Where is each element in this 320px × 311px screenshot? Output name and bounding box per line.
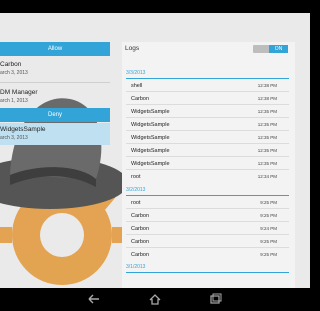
app-name: Carbon bbox=[0, 61, 22, 68]
log-date-header: 3/1/2013 bbox=[126, 264, 146, 270]
log-time: 9:25 PM bbox=[260, 213, 277, 218]
log-time: 12:35 PM bbox=[257, 109, 277, 114]
back-icon[interactable] bbox=[85, 292, 103, 306]
row-divider bbox=[126, 104, 289, 105]
log-row[interactable]: Carbon 9:25 PM bbox=[126, 249, 289, 261]
log-time: 9:24 PM bbox=[260, 226, 277, 231]
app-entry-widgetssample[interactable]: WidgetsSample arch 3, 2013 bbox=[0, 123, 110, 145]
log-row[interactable]: Carbon 9:25 PM bbox=[126, 236, 289, 248]
log-time: 9:25 PM bbox=[260, 200, 277, 205]
row-divider bbox=[126, 169, 289, 170]
status-bar bbox=[0, 0, 310, 13]
log-row[interactable]: root 9:25 PM bbox=[126, 197, 289, 209]
log-time: 12:38 PM bbox=[257, 83, 277, 88]
app-date: arch 3, 2013 bbox=[0, 70, 28, 76]
row-divider bbox=[126, 91, 289, 92]
row-divider bbox=[126, 130, 289, 131]
date-divider bbox=[126, 78, 289, 79]
divider bbox=[0, 82, 110, 83]
apps-pane: Allow Carbon arch 3, 2013 DM Manager arc… bbox=[0, 42, 110, 288]
log-app-name: WidgetsSample bbox=[131, 148, 170, 154]
log-time: 9:25 PM bbox=[260, 239, 277, 244]
log-time: 12:35 PM bbox=[257, 161, 277, 166]
logs-pane: Logs ON 3/3/2013 shell 12:38 PM Carbon 1… bbox=[122, 42, 295, 288]
log-app-name: root bbox=[131, 200, 141, 206]
deny-section-header: Deny bbox=[0, 108, 110, 122]
home-icon[interactable] bbox=[146, 292, 164, 306]
log-time: 12:35 PM bbox=[257, 148, 277, 153]
log-app-name: Carbon bbox=[131, 96, 150, 102]
log-row[interactable]: root 12:34 PM bbox=[126, 171, 289, 183]
logs-toggle[interactable]: ON bbox=[253, 45, 288, 53]
date-divider bbox=[126, 272, 289, 273]
log-time: 12:35 PM bbox=[257, 122, 277, 127]
log-app-name: Carbon bbox=[131, 252, 150, 258]
log-time: 12:38 PM bbox=[257, 96, 277, 101]
row-divider bbox=[126, 221, 289, 222]
navigation-bar bbox=[0, 288, 310, 310]
log-time: 9:25 PM bbox=[260, 252, 277, 257]
app-date: arch 1, 2013 bbox=[0, 98, 28, 104]
log-app-name: Carbon bbox=[131, 239, 150, 245]
log-row[interactable]: WidgetsSample 12:35 PM bbox=[126, 106, 289, 118]
log-row[interactable]: Carbon 12:38 PM bbox=[126, 93, 289, 105]
app-name: DM Manager bbox=[0, 89, 38, 96]
log-row[interactable]: Carbon 9:24 PM bbox=[126, 223, 289, 235]
log-time: 12:35 PM bbox=[257, 135, 277, 140]
log-row[interactable]: WidgetsSample 12:35 PM bbox=[126, 119, 289, 131]
logs-title: Logs bbox=[125, 45, 140, 52]
row-divider bbox=[126, 208, 289, 209]
allow-section-header: Allow bbox=[0, 42, 110, 56]
log-app-name: Carbon bbox=[131, 213, 150, 219]
row-divider bbox=[126, 117, 289, 118]
app-name: WidgetsSample bbox=[0, 126, 46, 133]
android-screen: Allow Carbon arch 3, 2013 DM Manager arc… bbox=[0, 0, 310, 310]
log-row[interactable]: WidgetsSample 12:35 PM bbox=[126, 158, 289, 170]
log-app-name: WidgetsSample bbox=[131, 161, 170, 167]
log-row[interactable]: Carbon 9:25 PM bbox=[126, 210, 289, 222]
log-app-name: WidgetsSample bbox=[131, 109, 170, 115]
log-time: 12:34 PM bbox=[257, 174, 277, 179]
app-entry-dm-manager[interactable]: DM Manager arch 1, 2013 bbox=[0, 86, 110, 108]
row-divider bbox=[126, 143, 289, 144]
date-divider bbox=[126, 195, 289, 196]
row-divider bbox=[126, 156, 289, 157]
row-divider bbox=[126, 234, 289, 235]
log-date-header: 3/2/2013 bbox=[126, 187, 146, 193]
row-divider bbox=[126, 247, 289, 248]
app-date: arch 3, 2013 bbox=[0, 135, 28, 141]
logs-toggle-label: ON bbox=[269, 45, 288, 53]
log-date-header: 3/3/2013 bbox=[126, 70, 146, 76]
log-row[interactable]: WidgetsSample 12:35 PM bbox=[126, 132, 289, 144]
log-row[interactable]: WidgetsSample 12:35 PM bbox=[126, 145, 289, 157]
log-row[interactable]: shell 12:38 PM bbox=[126, 80, 289, 92]
log-app-name: Carbon bbox=[131, 226, 150, 232]
recent-apps-icon[interactable] bbox=[206, 292, 224, 306]
superuser-app: Allow Carbon arch 3, 2013 DM Manager arc… bbox=[0, 13, 310, 288]
log-app-name: WidgetsSample bbox=[131, 122, 170, 128]
app-entry-carbon[interactable]: Carbon arch 3, 2013 bbox=[0, 58, 110, 80]
log-app-name: shell bbox=[131, 83, 143, 89]
log-app-name: WidgetsSample bbox=[131, 135, 170, 141]
log-app-name: root bbox=[131, 174, 141, 180]
